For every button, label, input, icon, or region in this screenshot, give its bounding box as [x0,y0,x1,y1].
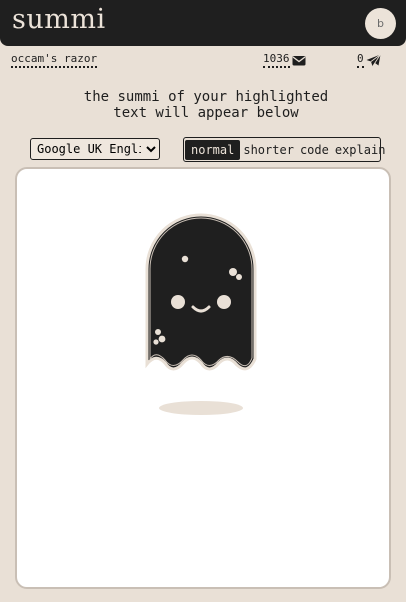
instructions-line-2: text will appear below [113,105,299,121]
mode-code[interactable]: code [297,140,332,160]
summary-output-panel [15,167,391,589]
user-avatar[interactable]: b [365,8,396,39]
shared-count[interactable]: 0 [357,52,381,68]
paper-plane-icon [366,53,381,67]
summi-count[interactable]: 1036 [263,52,306,68]
shared-count-value: 0 [357,52,364,68]
occams-razor-link[interactable]: occam's razor [11,52,98,68]
mode-shorter[interactable]: shorter [240,140,297,160]
voice-language-select[interactable]: Google UK English [30,138,160,160]
occams-razor-label: occam's razor [11,52,98,68]
envelope-icon [292,55,305,65]
mode-normal[interactable]: normal [185,139,241,160]
mode-explain[interactable]: explain [332,140,389,160]
summi-count-value: 1036 [263,52,290,68]
top-bar: summi b [0,0,406,46]
app-logo[interactable]: summi [12,4,106,35]
mode-toggle-group: normal shorter code explain [183,137,385,162]
ghost-mascot-icon [145,213,257,415]
instructions-text: the summi of your highlighted text will … [0,89,406,121]
instructions-line-1: the summi of your highlighted [83,89,329,105]
